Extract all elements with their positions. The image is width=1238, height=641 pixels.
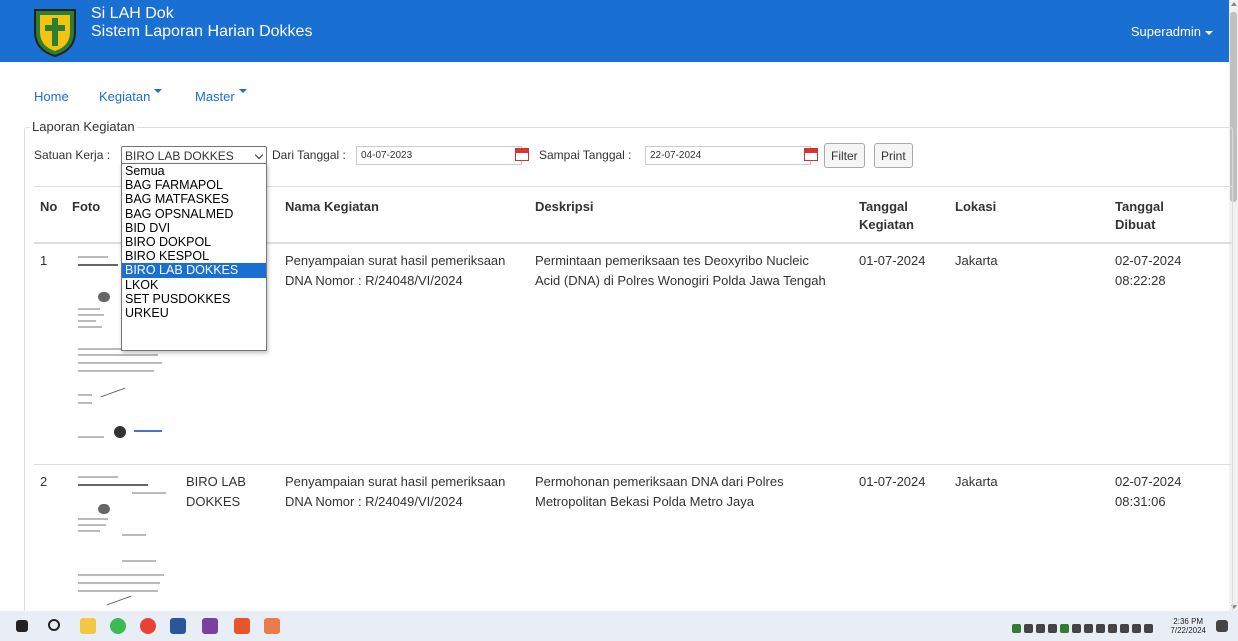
col-header-lokasi: Lokasi	[955, 199, 997, 214]
col-header-tanggal-kegiatan-l1: Tanggal	[859, 199, 908, 214]
chrome-icon[interactable]	[110, 618, 126, 634]
row2-desk-l1: Permohonan pemeriksaan DNA dari Polres	[535, 474, 784, 489]
dropdown-option[interactable]: Semua	[122, 164, 266, 178]
calendar-icon[interactable]	[515, 148, 529, 161]
police-health-logo	[34, 9, 76, 58]
sampai-tanggal-input[interactable]: 22-07-2024	[645, 146, 811, 165]
col-header-tanggal-kegiatan-l2: Kegiatan	[859, 217, 914, 232]
row1-dibuat-time: 08:22:28	[1115, 273, 1166, 288]
col-header-tanggal-dibuat-l1: Tanggal	[1115, 199, 1164, 214]
row2-photo[interactable]	[72, 474, 172, 610]
top-navbar: Si LAH Dok Sistem Laporan Harian Dokkes …	[0, 0, 1229, 62]
sampai-tanggal-label: Sampai Tanggal :	[539, 148, 632, 162]
row1-desk-l2: Acid (DNA) di Polres Wonogiri Polda Jawa…	[535, 273, 826, 288]
dropdown-option[interactable]: LKOK	[122, 278, 266, 292]
row2-dibuat-date: 02-07-2024	[1115, 474, 1182, 489]
caret-down-icon	[154, 89, 163, 93]
col-header-tanggal-dibuat: Tanggal Dibuat	[1115, 198, 1164, 234]
satuan-kerja-value: BIRO LAB DOKKES	[125, 149, 234, 163]
row1-dibuat-date: 02-07-2024	[1115, 253, 1182, 268]
caret-down-icon	[238, 89, 247, 93]
clock-time: 2:36 PM	[1173, 617, 1204, 626]
caret-down-icon	[1205, 30, 1213, 35]
row1-no: 1	[40, 253, 48, 268]
col-header-foto: Foto	[72, 199, 101, 214]
row-divider	[34, 464, 1232, 465]
office-icon[interactable]	[234, 618, 250, 634]
row2-nama-l2: DNA Nomor : R/24049/VI/2024	[285, 494, 463, 509]
satuan-kerja-label: Satuan Kerja :	[34, 148, 111, 162]
nav-master-label: Master	[195, 89, 235, 104]
row2-deskripsi: Permohonan pemeriksaan DNA dari Polres M…	[535, 472, 784, 512]
row2-nama-kegiatan: Penyampaian surat hasil pemeriksaan DNA …	[285, 472, 505, 512]
row2-desk-l2: Metropolitan Bekasi Polda Metro Jaya	[535, 494, 754, 509]
app-title-full: Sistem Laporan Harian Dokkes	[91, 23, 313, 40]
dropdown-option[interactable]: BIRO KESPOL	[122, 249, 266, 263]
notification-icon[interactable]	[1216, 620, 1228, 632]
filter-button[interactable]: Filter	[824, 143, 865, 168]
row1-lokasi: Jakarta	[955, 253, 998, 268]
row1-nama-l1: Penyampaian surat hasil pemeriksaan	[285, 253, 506, 268]
word-icon[interactable]	[170, 618, 186, 634]
dropdown-option[interactable]: URKEU	[122, 306, 266, 320]
windows-taskbar: 2:36 PM 7/22/2024	[0, 611, 1238, 641]
col-header-tanggal-kegiatan: Tanggal Kegiatan	[859, 198, 914, 234]
search-icon[interactable]	[48, 619, 60, 631]
row1-nama-kegiatan: Penyampaian surat hasil pemeriksaan DNA …	[285, 251, 505, 291]
row2-satuan-l1: BIRO LAB	[186, 474, 246, 489]
nav-kegiatan-label: Kegiatan	[99, 89, 151, 104]
row2-lokasi: Jakarta	[955, 474, 998, 489]
nav-kegiatan[interactable]: Kegiatan	[99, 89, 163, 104]
app-icon[interactable]	[202, 618, 218, 634]
dropdown-option[interactable]: BAG MATFASKES	[122, 192, 266, 206]
col-header-tanggal-dibuat-l2: Dibuat	[1115, 217, 1156, 232]
satuan-kerja-dropdown-list[interactable]: Semua BAG FARMAPOL BAG MATFASKES BAG OPS…	[121, 163, 267, 351]
col-header-nama-kegiatan: Nama Kegiatan	[285, 199, 379, 214]
dropdown-option-selected[interactable]: BIRO LAB DOKKES	[122, 263, 266, 278]
taskbar-clock[interactable]: 2:36 PM 7/22/2024	[1170, 617, 1206, 635]
file-explorer-icon[interactable]	[80, 618, 96, 634]
row1-tanggal-kegiatan: 01-07-2024	[859, 253, 926, 268]
dropdown-option[interactable]: BAG OPSNALMED	[122, 207, 266, 221]
powerpoint-icon[interactable]	[264, 618, 280, 634]
row1-deskripsi: Permintaan pemeriksaan tes Deoxyribo Nuc…	[535, 251, 826, 291]
dropdown-option[interactable]: BID DVI	[122, 221, 266, 235]
row2-dibuat-time: 08:31:06	[1115, 494, 1166, 509]
dropdown-option[interactable]: BIRO DOKPOL	[122, 235, 266, 249]
browser-icon[interactable]	[140, 618, 156, 634]
row2-no: 2	[40, 474, 48, 489]
app-title: Si LAH Dok Sistem Laporan Harian Dokkes	[91, 5, 312, 41]
nav-home[interactable]: Home	[34, 89, 69, 104]
user-name: Superadmin	[1130, 24, 1201, 39]
calendar-icon[interactable]	[804, 148, 818, 161]
app-title-short: Si LAH Dok	[91, 5, 174, 22]
system-tray-icons[interactable]	[1012, 620, 1164, 633]
windows-start-icon[interactable]	[16, 620, 28, 632]
print-button[interactable]: Print	[874, 143, 913, 168]
dari-tanggal-label: Dari Tanggal :	[272, 148, 346, 162]
row2-nama-l1: Penyampaian surat hasil pemeriksaan	[285, 474, 506, 489]
row2-tanggal-kegiatan: 01-07-2024	[859, 474, 926, 489]
row1-tanggal-dibuat: 02-07-2024 08:22:28	[1115, 251, 1182, 291]
panel-legend: Laporan Kegiatan	[30, 119, 137, 134]
scroll-up-arrow-icon[interactable]	[1231, 2, 1237, 6]
row2-satuan-kerja: BIRO LAB DOKKES	[186, 472, 246, 512]
nav-master[interactable]: Master	[195, 89, 247, 104]
row1-nama-l2: DNA Nomor : R/24048/VI/2024	[285, 273, 463, 288]
row2-tanggal-dibuat: 02-07-2024 08:31:06	[1115, 472, 1182, 512]
dari-tanggal-input[interactable]: 04-07-2023	[356, 146, 522, 165]
dropdown-option[interactable]: BAG FARMAPOL	[122, 178, 266, 192]
col-header-deskripsi: Deskripsi	[535, 199, 594, 214]
user-menu[interactable]: Superadmin	[1131, 24, 1213, 39]
chevron-down-icon	[254, 150, 264, 160]
row1-desk-l1: Permintaan pemeriksaan tes Deoxyribo Nuc…	[535, 253, 809, 268]
row2-satuan-l2: DOKKES	[186, 494, 241, 509]
col-header-no: No	[40, 199, 58, 214]
clock-date: 7/22/2024	[1170, 626, 1206, 635]
dropdown-option[interactable]: SET PUSDOKKES	[122, 292, 266, 306]
